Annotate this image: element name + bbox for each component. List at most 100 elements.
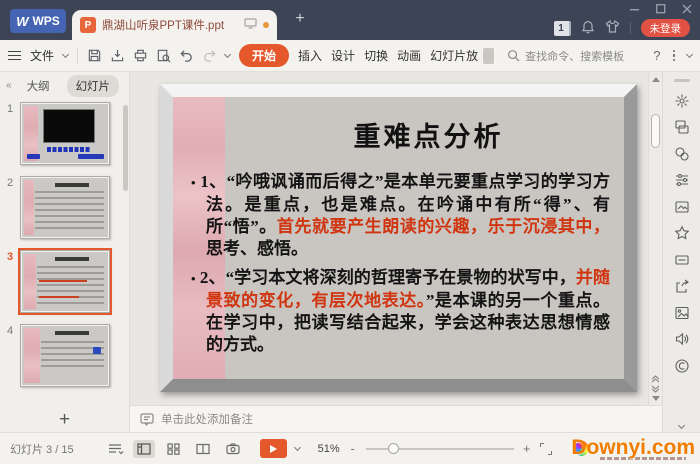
share-icon[interactable] [674,278,690,294]
tab-slides[interactable]: 幻灯片 [66,74,120,97]
play-slideshow-button[interactable] [259,439,287,458]
thumbnail-number: 2 [6,177,14,189]
thumb-pink-strip [24,254,36,309]
scroll-up-icon[interactable] [651,77,660,82]
qat-dropdown-caret-icon[interactable] [223,50,232,58]
help-button[interactable]: ? [653,48,660,63]
minimize-button[interactable] [630,4,640,14]
notes-bar[interactable]: 单击此处添加备注 [130,405,662,432]
animation-layers-icon[interactable] [674,119,690,135]
reading-view-button[interactable] [192,440,214,458]
collapse-ribbon-caret-icon[interactable] [685,50,694,58]
tab-transition[interactable]: 切换 [364,47,388,64]
remote-play-button[interactable] [222,440,244,458]
thumb-red-line [39,296,79,298]
unsaved-dot-icon [263,22,269,28]
bullet-text: 思考、感悟。 [206,239,308,258]
zoom-out-button[interactable]: - [348,441,358,456]
maximize-button[interactable] [656,4,666,14]
present-monitor-icon[interactable] [244,18,257,32]
titlebar-separator [629,22,631,34]
document-title: 鼎湖山听泉PPT课件.ppt [102,20,225,32]
notes-toggle-button[interactable] [108,443,125,455]
rail-handle[interactable] [673,79,690,82]
media-library-icon[interactable] [674,199,690,215]
zoom-slider[interactable] [365,442,514,454]
thumbnail-number: 1 [6,103,14,115]
slide-body-textbox[interactable]: • 1、“吟哦讽诵而后得之”是本单元要重点学习的学习方法。是重点，也是难点。在吟… [191,171,610,363]
slide-thumbnail-4[interactable]: 4 [0,324,129,387]
add-slide-button[interactable]: + [59,410,70,429]
canvas-scrollbar[interactable] [648,72,662,405]
thumb-pink-strip [24,328,40,383]
favorites-star-icon[interactable] [674,225,690,241]
slide-sorter-button[interactable] [163,440,184,458]
shapes-icon[interactable] [674,146,690,162]
message-bell-icon[interactable] [581,20,595,37]
fit-to-window-icon[interactable] [539,442,552,455]
image-icon[interactable] [674,305,690,321]
audio-speaker-icon[interactable] [674,331,690,347]
file-menu[interactable]: 文件 [30,47,54,64]
command-search[interactable]: 查找命令、搜索模板 [507,48,624,64]
close-button[interactable] [682,4,692,14]
beautify-rainbow-icon[interactable] [573,441,589,456]
thumb-video-frame [43,109,95,143]
panel-scrollbar[interactable] [123,105,128,191]
slide-thumbnail-3-selected[interactable]: 3 [0,248,129,315]
wps-logo[interactable]: W WPS [10,9,66,33]
thumb-text-lines [37,266,104,307]
thumb-caption-line [47,147,91,152]
redo-button[interactable] [202,48,217,63]
tab-outline[interactable]: 大纲 [18,75,59,97]
zoom-slider-knob[interactable] [387,442,399,454]
tab-insert[interactable]: 插入 [298,47,322,64]
textbox-icon[interactable] [674,252,690,268]
slide-panel: « 大纲 幻灯片 1 2 3 4 + [0,72,130,432]
collapse-panel-icon[interactable]: « [6,80,11,91]
thumb-red-line [39,280,87,282]
thumb-pink-strip [24,106,38,161]
print-button[interactable] [133,48,148,63]
play-options-caret-icon[interactable] [293,443,301,451]
right-toolbar [662,72,700,432]
skin-shirt-icon[interactable] [605,19,620,36]
previous-slide-button[interactable] [651,375,660,383]
tab-slideshow[interactable]: 幻灯片放 [430,47,478,64]
scrollbar-thumb[interactable] [651,114,660,148]
normal-view-button[interactable] [132,439,155,458]
tab-home[interactable]: 开始 [239,44,290,67]
slide-bullet-2[interactable]: • 2、“学习本文将深刻的哲理寄予在景物的状写中，并随景致的变化，有层次地表达。… [191,267,610,356]
slide-thumbnail-1[interactable]: 1 [0,102,129,165]
wps-logo-glyph: W [16,13,29,29]
tab-design[interactable]: 设计 [331,47,355,64]
export-button[interactable] [110,48,125,63]
format-painter-icon[interactable] [674,358,690,374]
undo-button[interactable] [179,48,194,63]
rail-collapse-caret-icon[interactable] [677,421,686,430]
document-tab[interactable]: P 鼎湖山听泉PPT课件.ppt [72,10,277,40]
scroll-down-icon[interactable] [651,396,660,401]
save-button[interactable] [87,48,102,63]
bullet-marker: • [191,175,196,190]
next-slide-button[interactable] [651,385,660,393]
slide-thumbnail-2[interactable]: 2 [0,176,129,239]
slide-bullet-1[interactable]: • 1、“吟哦讽诵而后得之”是本单元要重点学习的学习方法。是重点，也是难点。在吟… [191,171,610,260]
tab-animation[interactable]: 动画 [397,47,421,64]
status-bar: 幻灯片 3 / 15 51% - + [0,432,700,464]
login-button[interactable]: 未登录 [640,19,690,37]
editing-canvas[interactable]: 重难点分析 • 1、“吟哦讽诵而后得之”是本单元要重点学习的学习方法。是重点，也… [130,72,662,405]
new-tab-button[interactable]: + [292,11,308,28]
adjust-sliders-icon[interactable] [674,172,690,188]
effects-flower-icon[interactable] [674,93,690,109]
zoom-level[interactable]: 51% [318,443,340,455]
more-options-icon[interactable] [672,49,675,62]
print-preview-button[interactable] [156,48,171,63]
slide-title[interactable]: 重难点分析 [253,115,604,154]
zoom-in-button[interactable]: + [522,441,532,456]
update-count-badge[interactable]: 1 [553,20,571,36]
slide-page[interactable]: 重难点分析 • 1、“吟哦讽诵而后得之”是本单元要重点学习的学习方法。是重点，也… [160,84,637,392]
search-icon [508,50,520,62]
thumb-nav-button [78,154,104,159]
menu-hamburger-icon[interactable] [8,51,21,60]
